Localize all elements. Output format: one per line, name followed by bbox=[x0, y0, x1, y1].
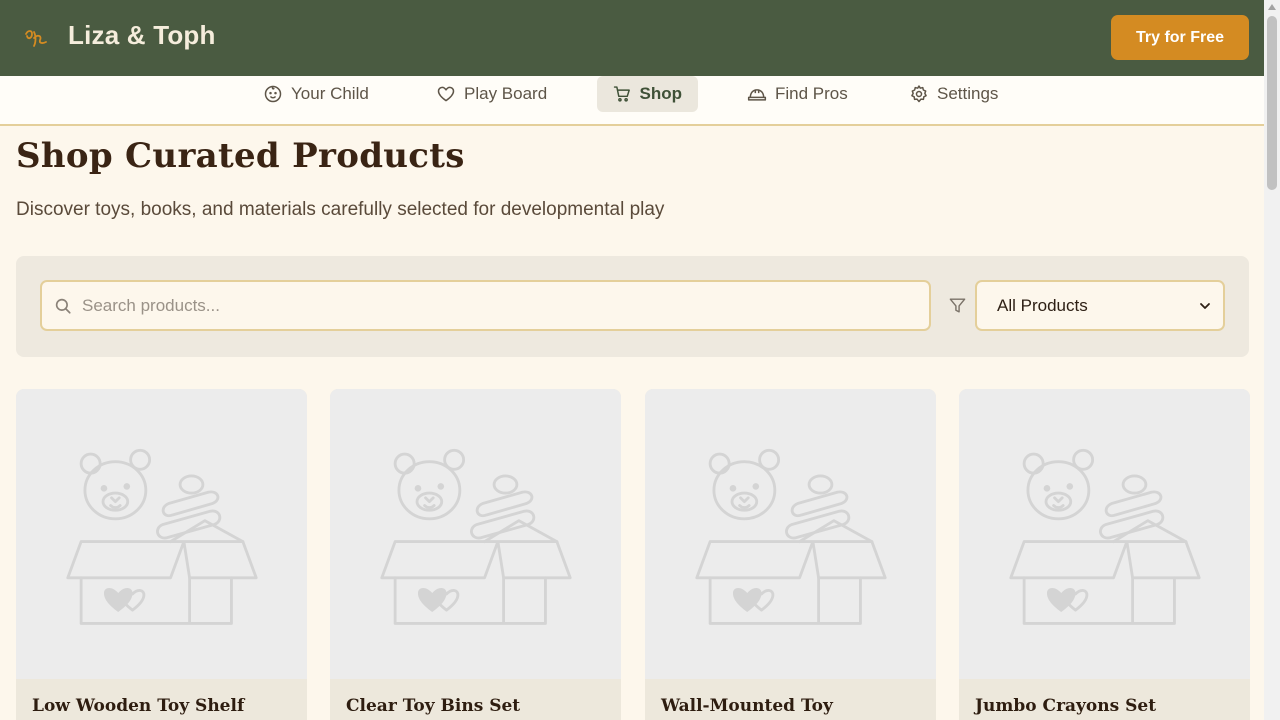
nav-label-your-child: Your Child bbox=[291, 84, 369, 103]
gear-icon bbox=[911, 85, 927, 103]
search-box[interactable] bbox=[40, 280, 931, 331]
search-icon bbox=[55, 298, 71, 314]
page-subtitle: Discover toys, books, and materials care… bbox=[16, 199, 665, 220]
baby-face-icon bbox=[264, 85, 282, 103]
nav-item-settings[interactable]: Settings bbox=[893, 76, 1014, 112]
hard-hat-icon bbox=[747, 89, 767, 101]
toy-box-placeholder-icon bbox=[1008, 448, 1201, 625]
product-name[interactable]: Clear Toy Bins Set bbox=[346, 696, 520, 716]
nav-item-shop[interactable]: Shop bbox=[597, 76, 698, 112]
filter-panel: All Products bbox=[16, 256, 1249, 357]
product-name[interactable]: Wall-Mounted Toy bbox=[661, 696, 833, 716]
scrollbar[interactable] bbox=[1264, 0, 1280, 720]
product-image[interactable] bbox=[959, 389, 1250, 679]
nav-label-shop: Shop bbox=[639, 84, 683, 103]
top-header: Liza & Toph Try for Free bbox=[0, 0, 1264, 76]
nav-item-find-pros[interactable]: Find Pros bbox=[731, 76, 864, 112]
try-for-free-button[interactable]: Try for Free bbox=[1111, 15, 1249, 60]
scrollbar-thumb[interactable] bbox=[1267, 16, 1277, 190]
category-select[interactable]: All Products bbox=[975, 280, 1225, 331]
product-card[interactable]: Clear Toy Bins Set bbox=[330, 389, 621, 720]
product-image[interactable] bbox=[16, 389, 307, 679]
product-card[interactable]: Jumbo Crayons Set bbox=[959, 389, 1250, 720]
nav-item-play-board[interactable]: Play Board bbox=[420, 76, 563, 112]
product-name[interactable]: Low Wooden Toy Shelf bbox=[32, 696, 244, 716]
nav-label-settings: Settings bbox=[937, 84, 999, 103]
heart-icon bbox=[437, 86, 455, 102]
cart-icon bbox=[613, 86, 630, 102]
filter-icon bbox=[949, 298, 966, 313]
product-card[interactable]: Wall-Mounted Toy bbox=[645, 389, 936, 720]
toy-box-placeholder-icon bbox=[694, 448, 887, 625]
chevron-down-icon bbox=[1200, 302, 1210, 309]
nav-label-find-pros: Find Pros bbox=[775, 84, 848, 103]
product-name[interactable]: Jumbo Crayons Set bbox=[975, 696, 1156, 716]
product-card[interactable]: Low Wooden Toy Shelf bbox=[16, 389, 307, 720]
main-nav: Your Child Play Board Shop Find Pros Set… bbox=[0, 76, 1264, 126]
product-image[interactable] bbox=[645, 389, 936, 679]
logo-icon[interactable] bbox=[22, 24, 50, 52]
search-input[interactable] bbox=[82, 282, 922, 329]
category-select-value: All Products bbox=[997, 295, 1088, 315]
nav-label-play-board: Play Board bbox=[464, 84, 548, 103]
product-image[interactable] bbox=[330, 389, 621, 679]
brand-name[interactable]: Liza & Toph bbox=[68, 20, 216, 51]
scroll-up-arrow-icon[interactable] bbox=[1268, 4, 1276, 10]
toy-box-placeholder-icon bbox=[65, 448, 258, 625]
page-title: Shop Curated Products bbox=[16, 136, 465, 176]
toy-box-placeholder-icon bbox=[379, 448, 572, 625]
nav-item-your-child[interactable]: Your Child bbox=[247, 76, 385, 112]
